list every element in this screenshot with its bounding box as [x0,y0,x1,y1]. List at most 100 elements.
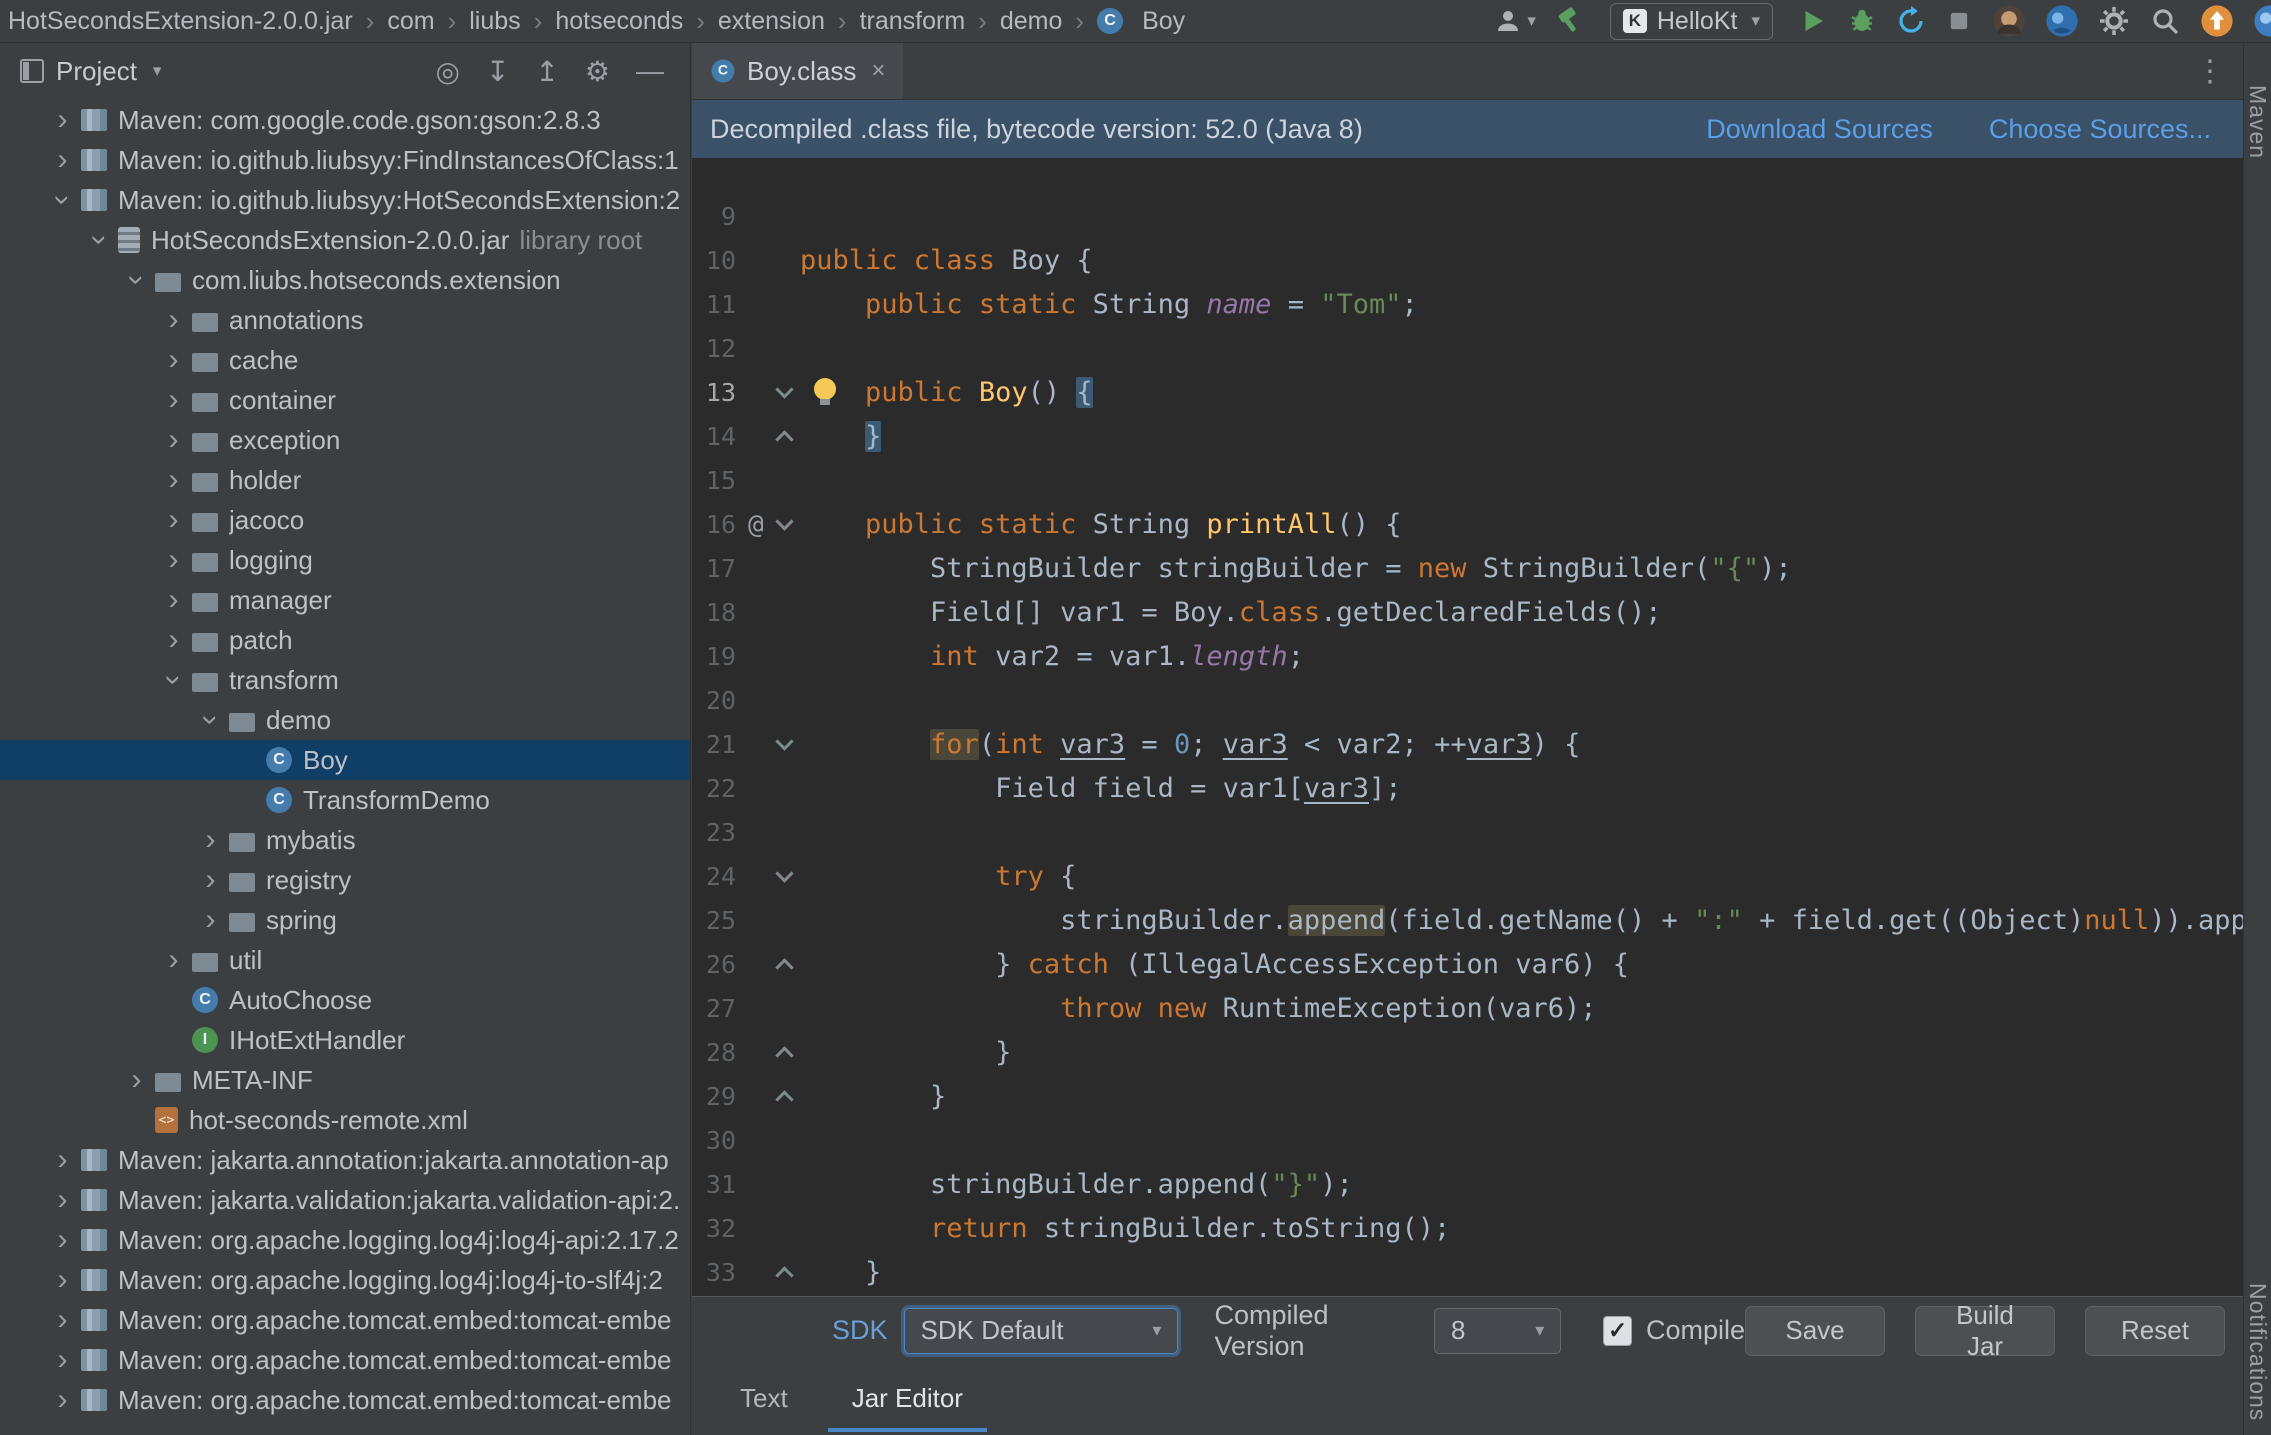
tab-text[interactable]: Text [716,1369,812,1432]
download-sources-link[interactable]: Download Sources [1706,114,1933,145]
project-view-selector[interactable]: Project ▾ [20,56,161,87]
tree-item-cache[interactable]: ›cache [0,340,690,380]
tree-item-spring[interactable]: ›spring [0,900,690,940]
breadcrumb-item-transform[interactable]: transform [860,7,966,36]
tree-item-maven-io-github-liubsyy-hotsecondsextens[interactable]: ›Maven: io.github.liubsyy:HotSecondsExte… [0,180,690,220]
build-hammer-icon[interactable] [1555,6,1585,36]
chevron-expanded-icon[interactable]: › [48,182,78,219]
collapse-all-button[interactable]: ↥ [535,55,558,88]
tree-item-boy[interactable]: ›Boy [0,740,690,780]
chevron-collapsed-icon[interactable]: › [155,385,192,415]
reset-button[interactable]: Reset [2085,1306,2225,1356]
tree-item-maven-io-github-liubsyy-findinstancesofc[interactable]: ›Maven: io.github.liubsyy:FindInstancesO… [0,140,690,180]
chevron-collapsed-icon[interactable]: › [155,625,192,655]
hot-reload-button[interactable] [1896,6,1926,36]
tree-item-logging[interactable]: ›logging [0,540,690,580]
tree-item-maven-com-google-code-gson-gson-2-8-3[interactable]: ›Maven: com.google.code.gson:gson:2.8.3 [0,100,690,140]
chevron-collapsed-icon[interactable]: › [118,1065,155,1095]
debug-button[interactable] [1847,6,1877,36]
chevron-collapsed-icon[interactable]: › [192,825,229,855]
chevron-collapsed-icon[interactable]: › [44,1385,81,1415]
chevron-collapsed-icon[interactable]: › [155,465,192,495]
tree-item-maven-jakarta-annotation-jakarta-annotat[interactable]: ›Maven: jakarta.annotation:jakarta.annot… [0,1140,690,1180]
chevron-collapsed-icon[interactable]: › [44,1305,81,1335]
intention-bulb-icon[interactable] [814,378,836,400]
chevron-collapsed-icon[interactable]: › [155,425,192,455]
chevron-collapsed-icon[interactable]: › [192,865,229,895]
fold-open-icon[interactable] [775,512,793,530]
tree-item-hot-seconds-remote-xml[interactable]: ›hot-seconds-remote.xml [0,1100,690,1140]
tree-item-exception[interactable]: ›exception [0,420,690,460]
compile-checkbox[interactable]: ✓ [1603,1316,1632,1346]
tree-item-meta-inf[interactable]: ›META-INF [0,1060,690,1100]
tree-item-maven-org-apache-logging-log4j-log4j-to-[interactable]: ›Maven: org.apache.logging.log4j:log4j-t… [0,1260,690,1300]
tree-item-container[interactable]: ›container [0,380,690,420]
choose-sources-link[interactable]: Choose Sources... [1989,114,2211,145]
tree-item-util[interactable]: ›util [0,940,690,980]
notifications-tool-button[interactable]: Notifications [2244,1283,2271,1421]
maven-tool-button[interactable]: Maven [2244,85,2271,159]
more-options-icon[interactable]: ⋮ [2195,54,2243,89]
chevron-collapsed-icon[interactable]: › [155,945,192,975]
tree-item-patch[interactable]: ›patch [0,620,690,660]
chevron-expanded-icon[interactable]: › [159,662,189,699]
chevron-collapsed-icon[interactable]: › [155,305,192,335]
tree-item-maven-org-apache-logging-log4j-log4j-api[interactable]: ›Maven: org.apache.logging.log4j:log4j-a… [0,1220,690,1260]
stop-button[interactable] [1945,7,1973,35]
tree-item-maven-jakarta-validation-jakarta-validat[interactable]: ›Maven: jakarta.validation:jakarta.valid… [0,1180,690,1220]
chevron-expanded-icon[interactable]: › [196,702,226,739]
tree-item-transformdemo[interactable]: ›TransformDemo [0,780,690,820]
chevron-collapsed-icon[interactable]: › [44,1145,81,1175]
chevron-collapsed-icon[interactable]: › [155,345,192,375]
chevron-collapsed-icon[interactable]: › [44,1265,81,1295]
chevron-collapsed-icon[interactable]: › [44,105,81,135]
tree-item-com-liubs-hotseconds-extension[interactable]: ›com.liubs.hotseconds.extension [0,260,690,300]
settings-gear-icon[interactable] [2098,5,2130,37]
chevron-collapsed-icon[interactable]: › [44,1185,81,1215]
tree-item-registry[interactable]: ›registry [0,860,690,900]
chevron-collapsed-icon[interactable]: › [155,545,192,575]
chevron-collapsed-icon[interactable]: › [155,585,192,615]
tab-jar-editor[interactable]: Jar Editor [828,1369,987,1432]
search-everywhere-icon[interactable] [2149,5,2181,37]
breadcrumb-item-hotsecondsextension-2-0-0-jar[interactable]: HotSecondsExtension-2.0.0.jar [8,7,353,36]
avatar-icon-2[interactable] [2045,4,2079,38]
chevron-collapsed-icon[interactable]: › [44,1225,81,1255]
fold-close-icon[interactable] [775,430,793,448]
breadcrumb-item-extension[interactable]: extension [718,7,825,36]
fold-close-icon[interactable] [775,1046,793,1064]
tree-item-jacoco[interactable]: ›jacoco [0,500,690,540]
chevron-collapsed-icon[interactable]: › [44,1345,81,1375]
sdk-select[interactable]: SDK Default ▾ [904,1308,1179,1354]
breadcrumb-item-com[interactable]: com [387,7,434,36]
edge-avatar-icon[interactable] [2253,4,2271,38]
tree-item-mybatis[interactable]: ›mybatis [0,820,690,860]
hide-panel-button[interactable]: — [636,55,664,87]
chevron-expanded-icon[interactable]: › [122,262,152,299]
build-jar-button[interactable]: Build Jar [1915,1306,2055,1356]
chevron-collapsed-icon[interactable]: › [44,145,81,175]
fold-close-icon[interactable] [775,1266,793,1284]
tree-item-autochoose[interactable]: ›AutoChoose [0,980,690,1020]
breadcrumb-item-liubs[interactable]: liubs [469,7,520,36]
tree-item-manager[interactable]: ›manager [0,580,690,620]
run-configuration-selector[interactable]: KHelloKt▾ [1610,3,1773,40]
tree-item-maven-org-apache-tomcat-embed-tomcat-emb[interactable]: ›Maven: org.apache.tomcat.embed:tomcat-e… [0,1300,690,1340]
run-button[interactable] [1798,6,1828,36]
code-editor[interactable]: 910public class Boy {11 public static St… [692,158,2243,1296]
tree-item-hotsecondsextension-2-0-0-jar[interactable]: ›HotSecondsExtension-2.0.0.jarlibrary ro… [0,220,690,260]
fold-open-icon[interactable] [775,864,793,882]
chevron-collapsed-icon[interactable]: › [155,505,192,535]
expand-all-button[interactable]: ↧ [486,55,509,88]
tree-item-holder[interactable]: ›holder [0,460,690,500]
breadcrumb-item-boy[interactable]: Boy [1097,7,1185,36]
close-icon[interactable]: × [871,57,885,85]
tree-item-transform[interactable]: ›transform [0,660,690,700]
tree-item-maven-org-apache-tomcat-embed-tomcat-emb[interactable]: ›Maven: org.apache.tomcat.embed:tomcat-e… [0,1340,690,1380]
breadcrumb-item-demo[interactable]: demo [1000,7,1063,36]
tree-item-demo[interactable]: ›demo [0,700,690,740]
tree-item-annotations[interactable]: ›annotations [0,300,690,340]
user-account-icon[interactable]: ▾ [1493,6,1536,36]
update-available-icon[interactable] [2200,4,2234,38]
tree-item-ihotexthandler[interactable]: ›IHotExtHandler [0,1020,690,1060]
